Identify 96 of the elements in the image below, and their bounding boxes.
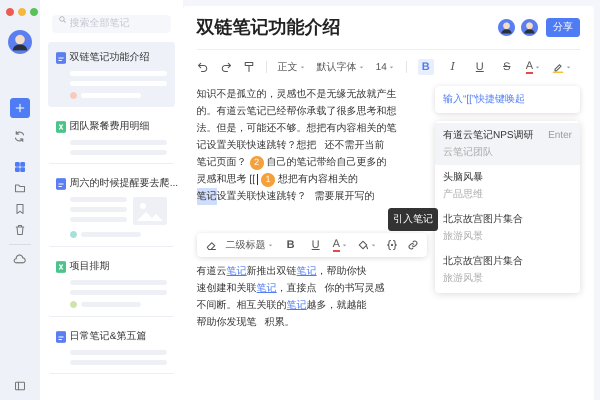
suggestion-item[interactable]: 北京故宫图片集合 旅游风景 bbox=[435, 249, 580, 291]
grid-icon[interactable] bbox=[14, 161, 26, 173]
tooltip: 引入笔记 bbox=[388, 208, 438, 231]
paragraph-text: 不间断。相互关联的 bbox=[196, 298, 287, 313]
caret-icon bbox=[370, 242, 377, 248]
paragraph-text: 笔记页面？ bbox=[196, 156, 247, 170]
caret-icon bbox=[565, 64, 572, 70]
new-note-button[interactable] bbox=[10, 98, 30, 118]
suggestion-item[interactable]: 有道云笔记NPS调研 Enter 云笔记团队 bbox=[435, 123, 580, 165]
sync-icon[interactable] bbox=[13, 130, 26, 143]
paragraph-text: ，直接点 bbox=[276, 282, 317, 296]
note-link[interactable]: 笔记 bbox=[256, 280, 277, 297]
caret-icon bbox=[298, 64, 306, 70]
paragraph-text: 速创建和关联 bbox=[196, 282, 257, 296]
paragraph-text: 帮助你发现笔 bbox=[196, 316, 257, 330]
caret-icon bbox=[534, 64, 542, 70]
suggestion-subtitle: 云笔记团队 bbox=[443, 146, 494, 160]
note-card[interactable]: 双链笔记功能介绍 bbox=[48, 42, 175, 107]
suggestion-item[interactable]: 头脑风暴 产品思维 bbox=[435, 165, 580, 207]
note-title: 双链笔记功能介绍 bbox=[70, 50, 150, 65]
text-color-button[interactable]: A bbox=[526, 60, 542, 74]
hint-popup: 输入“[[”快捷键唤起 bbox=[435, 86, 580, 113]
format-dropdown[interactable]: 正文 bbox=[278, 60, 306, 74]
paragraph-text: 的。有道云笔记已经帮你承载了很多思考和想 bbox=[196, 104, 397, 119]
folder-icon[interactable] bbox=[14, 182, 26, 194]
document-title: 双链笔记功能介绍 bbox=[196, 16, 342, 39]
format-dropdown[interactable]: 二级标题 bbox=[226, 236, 274, 254]
note-link[interactable]: 笔记 bbox=[226, 263, 247, 280]
suggestion-title: 北京故宫图片集合 bbox=[443, 212, 523, 227]
note-link[interactable]: 笔记 bbox=[296, 263, 317, 280]
undo-icon[interactable] bbox=[196, 61, 209, 73]
document-icon bbox=[56, 178, 66, 190]
highlighted-text: 笔记 bbox=[196, 188, 217, 205]
search-icon bbox=[58, 15, 67, 24]
format-dropdown[interactable]: 14 bbox=[376, 60, 395, 74]
suggestion-subtitle: 旅游风景 bbox=[443, 272, 484, 286]
text-cursor bbox=[257, 174, 258, 185]
note-title: 团队聚餐费用明细 bbox=[70, 120, 150, 134]
link-icon[interactable] bbox=[407, 239, 419, 251]
format-dropdown[interactable]: 默认字体 bbox=[316, 60, 365, 74]
caret-icon bbox=[266, 242, 274, 248]
paragraph-text: 想把有内容相关的 bbox=[278, 172, 358, 187]
paragraph-text: 法。但是，可能还不够。想把有内容相关的笔 bbox=[196, 122, 397, 136]
suggestion-item[interactable]: 北京故宫图片集合 旅游风景 bbox=[435, 207, 580, 249]
suggestion-title: 头脑风暴 bbox=[443, 170, 483, 185]
paint-bucket-icon bbox=[357, 239, 369, 251]
user-avatar bbox=[8, 30, 32, 54]
paragraph-text: 新推出双链 bbox=[246, 264, 297, 279]
paragraph-text: 有道云 bbox=[196, 265, 227, 279]
paragraph-text: ，帮助你快 bbox=[316, 264, 367, 279]
paragraph-text: 灵感和思考 [[ bbox=[196, 172, 255, 187]
collaborator-avatar bbox=[498, 19, 515, 36]
step-badge: 1 bbox=[261, 172, 275, 186]
paragraph-text: 越多，就越能 bbox=[306, 298, 367, 313]
document-icon bbox=[56, 52, 66, 64]
step-badge: 2 bbox=[250, 156, 264, 170]
collaborator-avatar bbox=[521, 19, 538, 36]
paragraph-text: 积累。 bbox=[264, 316, 295, 330]
note-title: 项目排期 bbox=[70, 260, 110, 274]
caret-icon bbox=[388, 64, 395, 70]
bold-button[interactable]: B bbox=[282, 237, 299, 253]
underline-button[interactable]: U bbox=[308, 237, 324, 253]
note-link[interactable]: 笔记 bbox=[286, 297, 307, 314]
bookmark-icon[interactable] bbox=[14, 203, 26, 215]
note-title: 日常笔记&第五篇 bbox=[70, 330, 146, 344]
underline-button[interactable]: U bbox=[472, 59, 488, 75]
text-color-button[interactable]: A bbox=[332, 238, 348, 252]
braces-icon[interactable] bbox=[386, 239, 398, 251]
paragraph-text: 记设置关联快速跳转？想把 bbox=[196, 138, 317, 153]
document-icon bbox=[56, 330, 66, 342]
share-button[interactable]: 分享 bbox=[546, 18, 580, 37]
sidebar-toggle-icon[interactable] bbox=[14, 380, 26, 392]
caret-icon bbox=[341, 242, 348, 248]
paragraph-text: 你的书写灵感 bbox=[324, 282, 385, 296]
suggestion-subtitle: 产品思维 bbox=[443, 188, 484, 202]
spreadsheet-icon bbox=[56, 120, 66, 132]
paragraph-text: 自己的笔记带给自己更多的 bbox=[266, 156, 387, 170]
format-painter-icon[interactable] bbox=[242, 61, 255, 73]
spreadsheet-icon bbox=[56, 260, 66, 272]
suggestion-title: 有道云笔记NPS调研 bbox=[443, 129, 534, 143]
paragraph-text: 设置关联快速跳转？ bbox=[216, 190, 307, 204]
strikethrough-button[interactable]: S bbox=[498, 59, 515, 75]
paragraph-text: 知识不是孤立的，灵感也不是无缘无故就产生 bbox=[196, 88, 397, 102]
caret-icon bbox=[358, 64, 365, 70]
eraser-icon[interactable] bbox=[204, 239, 217, 251]
suggestion-subtitle: 旅游风景 bbox=[443, 230, 484, 244]
plus-icon bbox=[14, 102, 26, 114]
fill-color-button[interactable] bbox=[357, 239, 377, 251]
redo-icon[interactable] bbox=[220, 61, 232, 73]
italic-button[interactable]: I bbox=[444, 59, 461, 75]
cloud-icon[interactable] bbox=[13, 253, 26, 266]
shortcut-hint: Enter bbox=[548, 129, 572, 143]
suggestion-title: 北京故宫图片集合 bbox=[443, 254, 523, 269]
paragraph-text: 需要展开写的 bbox=[314, 190, 375, 204]
paragraph-text: 还不需开当前 bbox=[324, 138, 385, 153]
trash-icon[interactable] bbox=[14, 224, 26, 236]
